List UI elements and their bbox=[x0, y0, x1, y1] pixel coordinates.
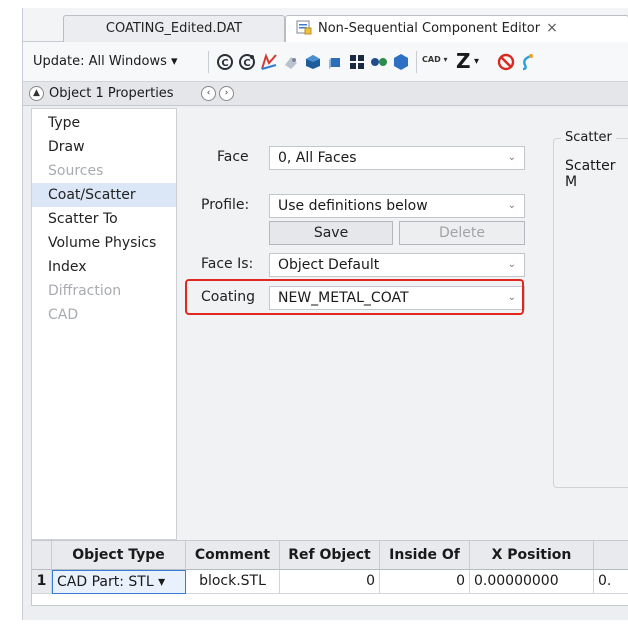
refresh-c-all-icon[interactable]: C bbox=[238, 53, 256, 71]
refresh-c-icon[interactable]: C bbox=[216, 53, 234, 71]
previous-object-icon[interactable]: ‹ bbox=[201, 86, 216, 101]
tab-label: Non-Sequential Component Editor bbox=[318, 21, 541, 36]
svg-text:C: C bbox=[221, 58, 228, 69]
tab-bar: COATING_Edited.DAT Non-Sequential Compon… bbox=[23, 8, 628, 42]
grid-icon[interactable] bbox=[348, 53, 366, 71]
toolbar-divider bbox=[208, 51, 209, 73]
chevron-down-icon: ⌄ bbox=[507, 259, 516, 270]
status-strip bbox=[31, 606, 628, 620]
row-number: 1 bbox=[32, 570, 52, 594]
chevron-down-icon: ▾ bbox=[171, 54, 178, 69]
nav-item-volume-physics[interactable]: Volume Physics bbox=[32, 231, 176, 255]
collapse-icon[interactable]: ▲ bbox=[29, 86, 44, 101]
face-is-label: Face Is: bbox=[201, 256, 254, 272]
inside-of-cell[interactable]: 0 bbox=[380, 570, 470, 594]
x-position-cell[interactable]: 0.00000000 bbox=[470, 570, 594, 594]
editor-icon bbox=[296, 20, 312, 35]
profile-dropdown[interactable]: Use definitions below ⌄ bbox=[269, 194, 525, 218]
nav-item-draw[interactable]: Draw bbox=[32, 135, 176, 159]
nav-item-type[interactable]: Type bbox=[32, 111, 176, 135]
stop-icon[interactable] bbox=[497, 53, 515, 71]
properties-title: Object 1 Properties bbox=[49, 86, 174, 101]
save-button[interactable]: Save bbox=[269, 221, 393, 245]
layout-3d-icon[interactable] bbox=[282, 53, 300, 71]
comment-cell[interactable]: block.STL bbox=[186, 570, 280, 594]
scatter-model-label: Scatter M bbox=[565, 158, 616, 190]
nav-item-diffraction: Diffraction bbox=[48, 283, 122, 299]
chevron-down-icon: ⌄ bbox=[507, 152, 516, 163]
ray-trace-icon[interactable] bbox=[260, 53, 278, 71]
nav-item-sources: Sources bbox=[48, 163, 104, 179]
chevron-down-icon: ⌄ bbox=[507, 200, 516, 211]
tab-label: COATING_Edited.DAT bbox=[105, 21, 243, 36]
tab-coating-file[interactable]: COATING_Edited.DAT bbox=[63, 15, 285, 42]
editor-window: COATING_Edited.DAT Non-Sequential Compon… bbox=[22, 8, 628, 620]
cad-dropdown-icon[interactable]: CAD ▾ bbox=[422, 55, 448, 64]
col-header-next[interactable] bbox=[594, 541, 628, 570]
face-dropdown[interactable]: 0, All Faces ⌄ bbox=[269, 146, 525, 170]
z-dropdown-icon[interactable]: Z ▾ bbox=[456, 50, 479, 73]
toolbar: Update: All Windows ▾ C C CAD ▾ Z ▾ bbox=[23, 42, 628, 82]
component-table: Object Type Comment Ref Object Inside Of… bbox=[31, 540, 628, 606]
face-is-dropdown[interactable]: Object Default ⌄ bbox=[269, 253, 525, 277]
shaded-model-icon[interactable] bbox=[304, 53, 322, 71]
chevron-down-icon: ▾ bbox=[158, 574, 166, 590]
solid-model-icon[interactable] bbox=[326, 53, 344, 71]
delete-button: Delete bbox=[399, 221, 525, 245]
update-dropdown[interactable]: Update: All Windows ▾ bbox=[33, 54, 178, 69]
toolbar-divider bbox=[416, 51, 417, 73]
curve-icon[interactable] bbox=[519, 53, 537, 71]
nav-item-index[interactable]: Index bbox=[32, 255, 176, 279]
svg-text:C: C bbox=[243, 58, 250, 69]
profile-label: Profile: bbox=[201, 197, 250, 213]
object-type-cell[interactable]: CAD Part: STL ▾ bbox=[52, 570, 186, 594]
scatter-group bbox=[553, 138, 628, 488]
scatter-title: Scatter bbox=[561, 130, 616, 145]
col-header-object-type[interactable]: Object Type bbox=[52, 541, 186, 570]
property-category-list: Type Draw Sources Coat/Scatter Scatter T… bbox=[31, 108, 177, 540]
face-label: Face bbox=[217, 149, 249, 165]
close-icon[interactable]: × bbox=[546, 20, 558, 36]
col-header-comment[interactable]: Comment bbox=[186, 541, 280, 570]
update-label: Update: All Windows bbox=[33, 54, 167, 69]
nav-item-scatter-to[interactable]: Scatter To bbox=[32, 207, 176, 231]
col-header-ref-object[interactable]: Ref Object bbox=[280, 541, 380, 570]
hexagon-icon[interactable] bbox=[392, 53, 410, 71]
object-properties-bar: ▲ Object 1 Properties ‹ › bbox=[23, 82, 628, 106]
dots-icon[interactable] bbox=[370, 53, 388, 71]
coating-highlight-box bbox=[185, 279, 524, 315]
table-corner bbox=[32, 541, 52, 570]
col-header-inside-of[interactable]: Inside Of bbox=[380, 541, 470, 570]
next-column-cell[interactable]: 0. bbox=[594, 570, 628, 594]
nav-item-cad: CAD bbox=[48, 307, 79, 323]
ref-object-cell[interactable]: 0 bbox=[280, 570, 380, 594]
col-header-x-position[interactable]: X Position bbox=[470, 541, 594, 570]
next-object-icon[interactable]: › bbox=[219, 86, 234, 101]
tab-nsc-editor[interactable]: Non-Sequential Component Editor × bbox=[285, 15, 628, 42]
nav-item-coat-scatter[interactable]: Coat/Scatter bbox=[32, 183, 176, 207]
coat-scatter-panel: Face 0, All Faces ⌄ Profile: Use definit… bbox=[177, 108, 628, 540]
